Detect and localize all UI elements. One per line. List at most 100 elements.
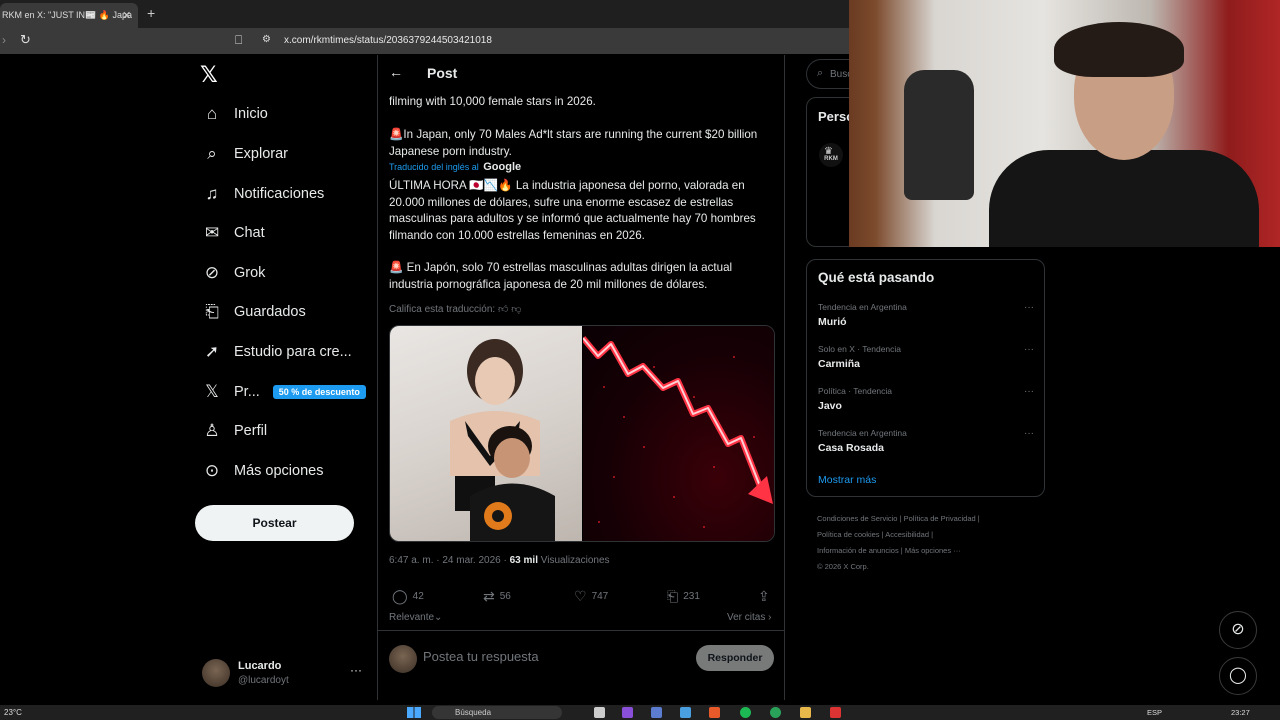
show-more-link[interactable]: Mostrar más (818, 474, 876, 486)
bell-icon: ♫ (205, 184, 219, 203)
browser-tab[interactable]: RKM en X: "JUST IN📰 🔥 Japa ✕ (0, 3, 138, 28)
reply-action[interactable]: ◯ 42 (392, 588, 424, 605)
more-icon[interactable]: ··· (1024, 428, 1034, 439)
nav-item-label: Notificaciones (234, 186, 325, 202)
photo-people[interactable] (390, 326, 582, 541)
browser-back-icon[interactable]: › (2, 33, 6, 47)
brave-browser-icon[interactable] (709, 707, 720, 718)
thumbs-up-icon[interactable]: 👍︎ (498, 304, 508, 315)
rkm-avatar[interactable]: ♛ RKM (819, 143, 843, 167)
trend-name: Carmiña (818, 358, 861, 370)
trend-context: Tendencia en Argentina (818, 302, 907, 312)
translation-label: Traducido del inglés al (389, 162, 479, 172)
webcam-person-hair (1054, 22, 1184, 77)
trend-item[interactable]: Solo en X · Tendencia Carmiña ··· (818, 344, 1038, 380)
app-icon[interactable] (830, 707, 841, 718)
post-button[interactable]: Postear (195, 505, 354, 541)
chevron-right-icon: › (765, 612, 772, 623)
sort-replies-dropdown[interactable]: Relevante⌄ (389, 612, 442, 623)
translation-attribution[interactable]: Traducido del inglés al Google (389, 161, 521, 173)
post-detail-column: ← Post filming with 10,000 female stars … (377, 55, 785, 700)
x-premium-icon: 𝕏 (205, 382, 219, 401)
more-icon[interactable]: ··· (1024, 386, 1034, 397)
trend-context: Solo en X · Tendencia (818, 344, 902, 354)
falling-arrow-graphic (580, 336, 773, 528)
bookmark-icon: ⎗ (205, 302, 219, 321)
rate-translation-label: Califica esta traducción: (389, 304, 496, 315)
clock[interactable]: 23:27 (1231, 708, 1250, 717)
nav-item-label: Guardados (234, 304, 306, 320)
account-switcher[interactable]: Lucardo @lucardoyt ··· (202, 657, 367, 691)
sort-replies-label: Relevante (389, 612, 435, 623)
nav-item-home[interactable]: ⌂ Inicio (200, 99, 268, 129)
view-quotes-link[interactable]: Ver citas › (727, 612, 771, 623)
more-icon[interactable]: ··· (1024, 302, 1034, 313)
post-timestamp[interactable]: 6:47 a. m. · 24 mar. 2026 · (389, 555, 510, 566)
trend-item[interactable]: Tendencia en Argentina Murió ··· (818, 302, 1038, 338)
thumbs-down-icon[interactable]: 👎︎ (511, 304, 521, 315)
mail-icon: ✉ (204, 223, 220, 242)
google-logo: Google (483, 161, 522, 173)
post-metadata: 6:47 a. m. · 24 mar. 2026 · 63 mil Visua… (389, 555, 610, 566)
new-tab-button[interactable]: + (147, 5, 155, 21)
nav-item-grok[interactable]: ⊘ Grok (200, 258, 266, 288)
nav-item-creator-studio[interactable]: ➚ Estudio para cre... (200, 337, 352, 367)
trend-name: Casa Rosada (818, 442, 884, 454)
back-arrow-icon[interactable]: ← (389, 64, 403, 80)
spotify-icon[interactable] (740, 707, 751, 718)
grok-icon[interactable]: ⊘ (1219, 611, 1257, 649)
view-quotes-label: Ver citas (727, 612, 766, 623)
app-icon[interactable] (651, 707, 662, 718)
more-icon[interactable]: ··· (350, 663, 362, 677)
trend-item[interactable]: Tendencia en Argentina Casa Rosada ··· (818, 428, 1038, 464)
nav-item-profile[interactable]: ♙ Perfil (200, 416, 267, 446)
reload-icon[interactable]: ↻ (20, 32, 31, 48)
nav-item-chat[interactable]: ✉ Chat (200, 218, 265, 248)
chevron-down-icon: ⌄ (434, 612, 443, 623)
repost-action[interactable]: ⇄ 56 (483, 588, 511, 605)
app-icon[interactable] (680, 707, 691, 718)
card-title: Qué está pasando (818, 270, 935, 285)
nav-item-label: Pr... (234, 384, 260, 400)
footer-line[interactable]: Política de cookies | Accesibilidad | (817, 527, 1017, 543)
messages-icon[interactable]: ◯ (1219, 657, 1257, 695)
footer-line[interactable]: Información de anuncios | Más opciones ·… (817, 543, 1017, 559)
rate-translation: Califica esta traducción: 👍︎ 👎︎ (389, 303, 521, 315)
windows-start-icon[interactable] (407, 707, 421, 718)
trend-item[interactable]: Política · Tendencia Javo ··· (818, 386, 1038, 422)
trend-name: Murió (818, 316, 847, 328)
taskbar: 23°C Búsqueda ESP 23:27 (0, 705, 1280, 720)
page-title: Post (427, 65, 458, 81)
post-media[interactable] (389, 325, 775, 542)
file-explorer-icon[interactable] (800, 707, 811, 718)
footer-line[interactable]: Condiciones de Servicio | Política de Pr… (817, 511, 1017, 527)
nav-item-more[interactable]: ⊙ Más opciones (200, 456, 324, 486)
bookmark-page-icon[interactable]: ⎕ (235, 33, 242, 48)
nav-item-bookmarks[interactable]: ⎗ Guardados (200, 297, 306, 327)
discount-badge: 50 % de descuento (272, 385, 366, 399)
taskbar-search[interactable]: Búsqueda (432, 706, 562, 719)
tweet-text-original-1: filming with 10,000 female stars in 2026… (389, 95, 596, 108)
task-view-icon[interactable] (594, 707, 605, 718)
nav-item-notifications[interactable]: ♫ Notificaciones (200, 179, 325, 209)
reply-button[interactable]: Responder (696, 645, 774, 671)
nav-item-explore[interactable]: ⌕ Explorar (200, 139, 288, 169)
x-logo-icon[interactable]: 𝕏 (200, 62, 218, 88)
like-action[interactable]: ♡ 747 (574, 588, 608, 605)
share-action[interactable]: ⇪ (758, 588, 775, 605)
more-icon[interactable]: ··· (1024, 344, 1034, 355)
reply-input[interactable]: Postea tu respuesta (423, 649, 539, 664)
nav-item-premium[interactable]: 𝕏 Pr... 50 % de descuento (200, 377, 366, 407)
language-indicator[interactable]: ESP (1147, 708, 1162, 717)
nav-item-label: Estudio para cre... (234, 344, 352, 360)
app-icon[interactable] (770, 707, 781, 718)
reply-icon: ◯ (392, 588, 408, 604)
photo-falling-chart[interactable] (580, 326, 774, 541)
close-tab-icon[interactable]: ✕ (122, 9, 131, 22)
weather-widget[interactable]: 23°C (4, 708, 22, 717)
app-icon[interactable] (622, 707, 633, 718)
rocket-icon: ➚ (204, 342, 220, 361)
site-info-icon[interactable]: ⚙ (262, 34, 271, 45)
address-bar[interactable]: x.com/rkmtimes/status/203637924450342101… (284, 35, 492, 46)
bookmark-action[interactable]: ⎗ 231 (667, 588, 700, 605)
